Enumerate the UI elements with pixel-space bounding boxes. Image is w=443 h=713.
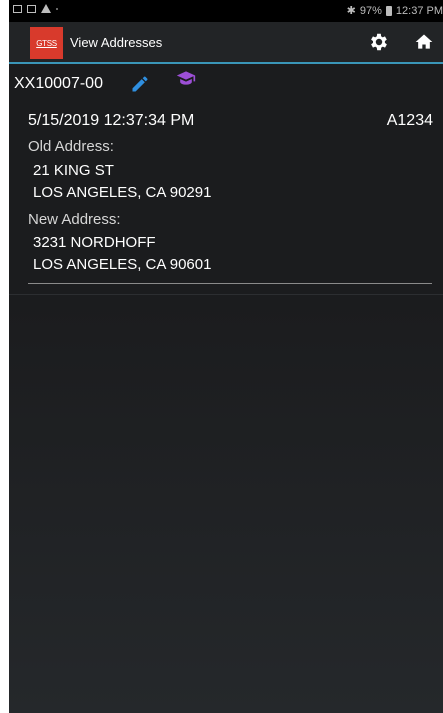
gear-icon (371, 33, 387, 51)
record-header: XX10007-00 (9, 64, 443, 104)
graduation-cap-icon (176, 71, 196, 85)
home-icon (415, 34, 433, 49)
app-bar: GTSS View Addresses (9, 22, 443, 64)
old-address-label: Old Address: (28, 138, 114, 155)
app-logo[interactable]: GTSS (30, 27, 63, 59)
screenshot-notification-icon (27, 4, 36, 13)
status-bar: ✱ 97% 12:37 PM (9, 0, 443, 22)
education-button[interactable] (176, 70, 196, 86)
new-address-line1: 3231 NORDHOFF (33, 234, 156, 251)
home-button[interactable] (414, 32, 434, 52)
more-notifications-icon (56, 7, 58, 10)
pencil-icon (132, 76, 148, 92)
app-screen: ✱ 97% 12:37 PM GTSS View Addresses XX100… (9, 0, 443, 713)
bluetooth-icon: ✱ (346, 5, 356, 17)
entry-divider (28, 283, 432, 284)
entry-timestamp: 5/15/2019 12:37:34 PM (28, 112, 195, 129)
settings-button[interactable] (368, 31, 390, 53)
device-frame: ✱ 97% 12:37 PM GTSS View Addresses XX100… (0, 0, 443, 713)
old-address-line2: LOS ANGELES, CA 90291 (33, 184, 212, 201)
notification-icons (13, 4, 58, 13)
new-address-label: New Address: (28, 211, 121, 228)
new-address-line2: LOS ANGELES, CA 90601 (33, 256, 212, 273)
logo-text: GTSS (36, 38, 57, 48)
page-title: View Addresses (70, 35, 163, 50)
old-address-line1: 21 KING ST (33, 162, 114, 179)
address-change-entry[interactable]: 5/15/2019 12:37:34 PM A1234 Old Address:… (9, 104, 443, 295)
image-notification-icon (13, 4, 22, 13)
battery-percent: 97% (359, 4, 382, 17)
entry-code: A1234 (386, 112, 433, 129)
warning-notification-icon (41, 4, 51, 13)
edit-button[interactable] (130, 74, 150, 94)
battery-icon (385, 5, 392, 16)
clock: 12:37 PM (395, 4, 443, 17)
record-id: XX10007-00 (14, 75, 103, 92)
system-status: ✱ 97% 12:37 PM (346, 4, 443, 18)
